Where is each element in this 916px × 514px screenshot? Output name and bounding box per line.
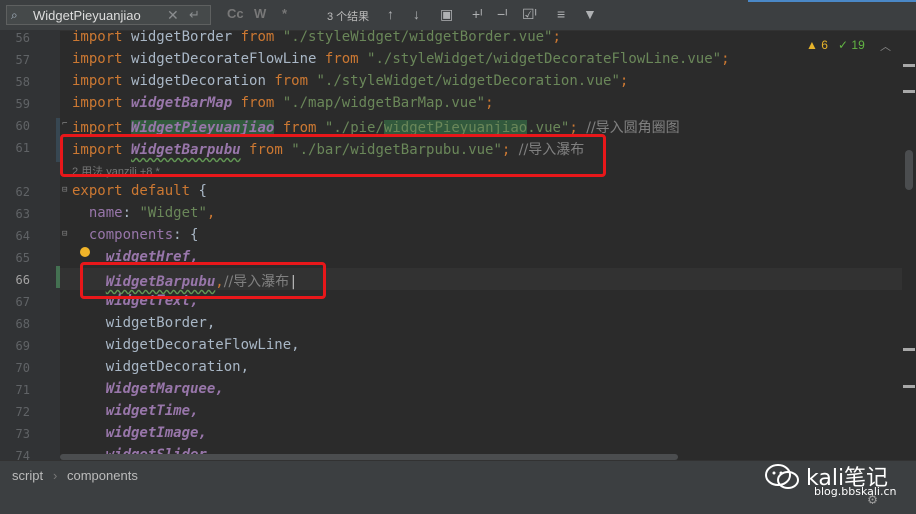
lightbulb-icon[interactable]	[80, 247, 90, 257]
code-line[interactable]: widgetDecorateFlowLine,	[72, 337, 300, 353]
code-line[interactable]: WidgetMarquee,	[72, 381, 224, 397]
filter-options-icon[interactable]: ≡	[557, 6, 565, 22]
chevron-right-icon: ›	[53, 468, 58, 483]
line-number: 70	[15, 361, 30, 375]
active-tab-accent	[748, 0, 916, 2]
line-number: 57	[15, 53, 30, 67]
code-line[interactable]: widgetImage,	[72, 425, 207, 441]
line-number: 65	[15, 251, 30, 265]
vertical-scrollbar[interactable]	[905, 150, 913, 190]
close-icon[interactable]: ✕	[167, 7, 179, 24]
code-line[interactable]: components: {	[72, 227, 199, 243]
line-number: 56	[15, 31, 30, 45]
code-line[interactable]: widgetDecoration,	[72, 359, 249, 375]
code-line[interactable]: name: "Widget",	[72, 205, 215, 221]
remove-selection-icon[interactable]: −ᴵ	[497, 6, 508, 22]
line-number: 59	[15, 97, 30, 111]
code-line[interactable]: import widgetBarMap from "./map/widgetBa…	[72, 95, 494, 111]
line-gutter: 56 57 58 59 60 61 62 63 64 65 66 67 68 6…	[0, 30, 60, 463]
line-number: 62	[15, 185, 30, 199]
select-all-matches-icon[interactable]: ☑ᴵ	[522, 6, 537, 23]
breadcrumb-item[interactable]: components	[67, 468, 138, 483]
code-line[interactable]: import widgetDecorateFlowLine from "./st…	[72, 51, 730, 67]
watermark-url: blog.bbskali.cn	[814, 485, 897, 498]
line-number: 61	[15, 141, 30, 155]
code-line[interactable]: import widgetBorder from "./styleWidget/…	[72, 29, 561, 45]
prev-occurrence-icon[interactable]: ↑	[387, 6, 394, 22]
line-number: 64	[15, 229, 30, 243]
ok-count[interactable]: ✓ 19	[838, 38, 865, 52]
line-number: 60	[15, 119, 30, 133]
code-line[interactable]: import widgetDecoration from "./styleWid…	[72, 73, 628, 89]
annotation-box	[80, 262, 326, 299]
error-stripe-mark[interactable]	[903, 385, 915, 388]
line-number: 68	[15, 317, 30, 331]
code-line[interactable]: widgetBorder,	[72, 315, 216, 331]
code-line[interactable]: export default {	[72, 183, 207, 199]
line-number: 67	[15, 295, 30, 309]
gear-icon[interactable]: ⚙	[868, 490, 877, 508]
line-number: 58	[15, 75, 30, 89]
find-query[interactable]: WidgetPieyuanjiao	[33, 8, 141, 23]
line-number: 69	[15, 339, 30, 353]
whole-words-toggle[interactable]: W	[254, 6, 266, 21]
regex-toggle[interactable]: *	[282, 6, 287, 21]
match-case-toggle[interactable]: Cc	[227, 6, 244, 21]
error-stripe-mark[interactable]	[903, 348, 915, 351]
newline-icon[interactable]: ↵	[189, 7, 200, 23]
fold-icon[interactable]: ⊟	[62, 185, 67, 195]
fold-icon[interactable]: ⊟	[62, 229, 67, 239]
current-line-number: 66	[15, 273, 30, 287]
error-stripe-mark[interactable]	[903, 64, 915, 67]
add-selection-icon[interactable]: +ᴵ	[472, 6, 483, 22]
chevron-up-icon[interactable]: ︿	[880, 38, 891, 54]
code-line[interactable]: widgetTime,	[72, 403, 199, 419]
line-number: 72	[15, 405, 30, 419]
line-number: 71	[15, 383, 30, 397]
breadcrumb-item[interactable]: script	[12, 468, 43, 483]
select-all-occurrences-icon[interactable]: ▣	[440, 6, 453, 23]
find-toolbar: ⌕ WidgetPieyuanjiao ✕ ↵ Cc W * 3 个结果 ↑ ↓…	[0, 0, 916, 31]
find-search-box[interactable]: ⌕ WidgetPieyuanjiao ✕ ↵	[6, 5, 211, 25]
wechat-logo-icon	[765, 464, 799, 489]
warning-count[interactable]: ▲ 6	[806, 38, 828, 52]
annotation-box	[60, 134, 606, 177]
search-icon: ⌕	[11, 8, 18, 22]
next-occurrence-icon[interactable]: ↓	[413, 6, 420, 22]
line-number: 73	[15, 427, 30, 441]
filter-icon[interactable]: ▼	[583, 6, 597, 22]
fold-icon[interactable]: ⌐	[62, 119, 67, 129]
error-stripe-mark[interactable]	[903, 90, 915, 93]
line-number: 63	[15, 207, 30, 221]
find-result-count: 3 个结果	[327, 11, 370, 23]
